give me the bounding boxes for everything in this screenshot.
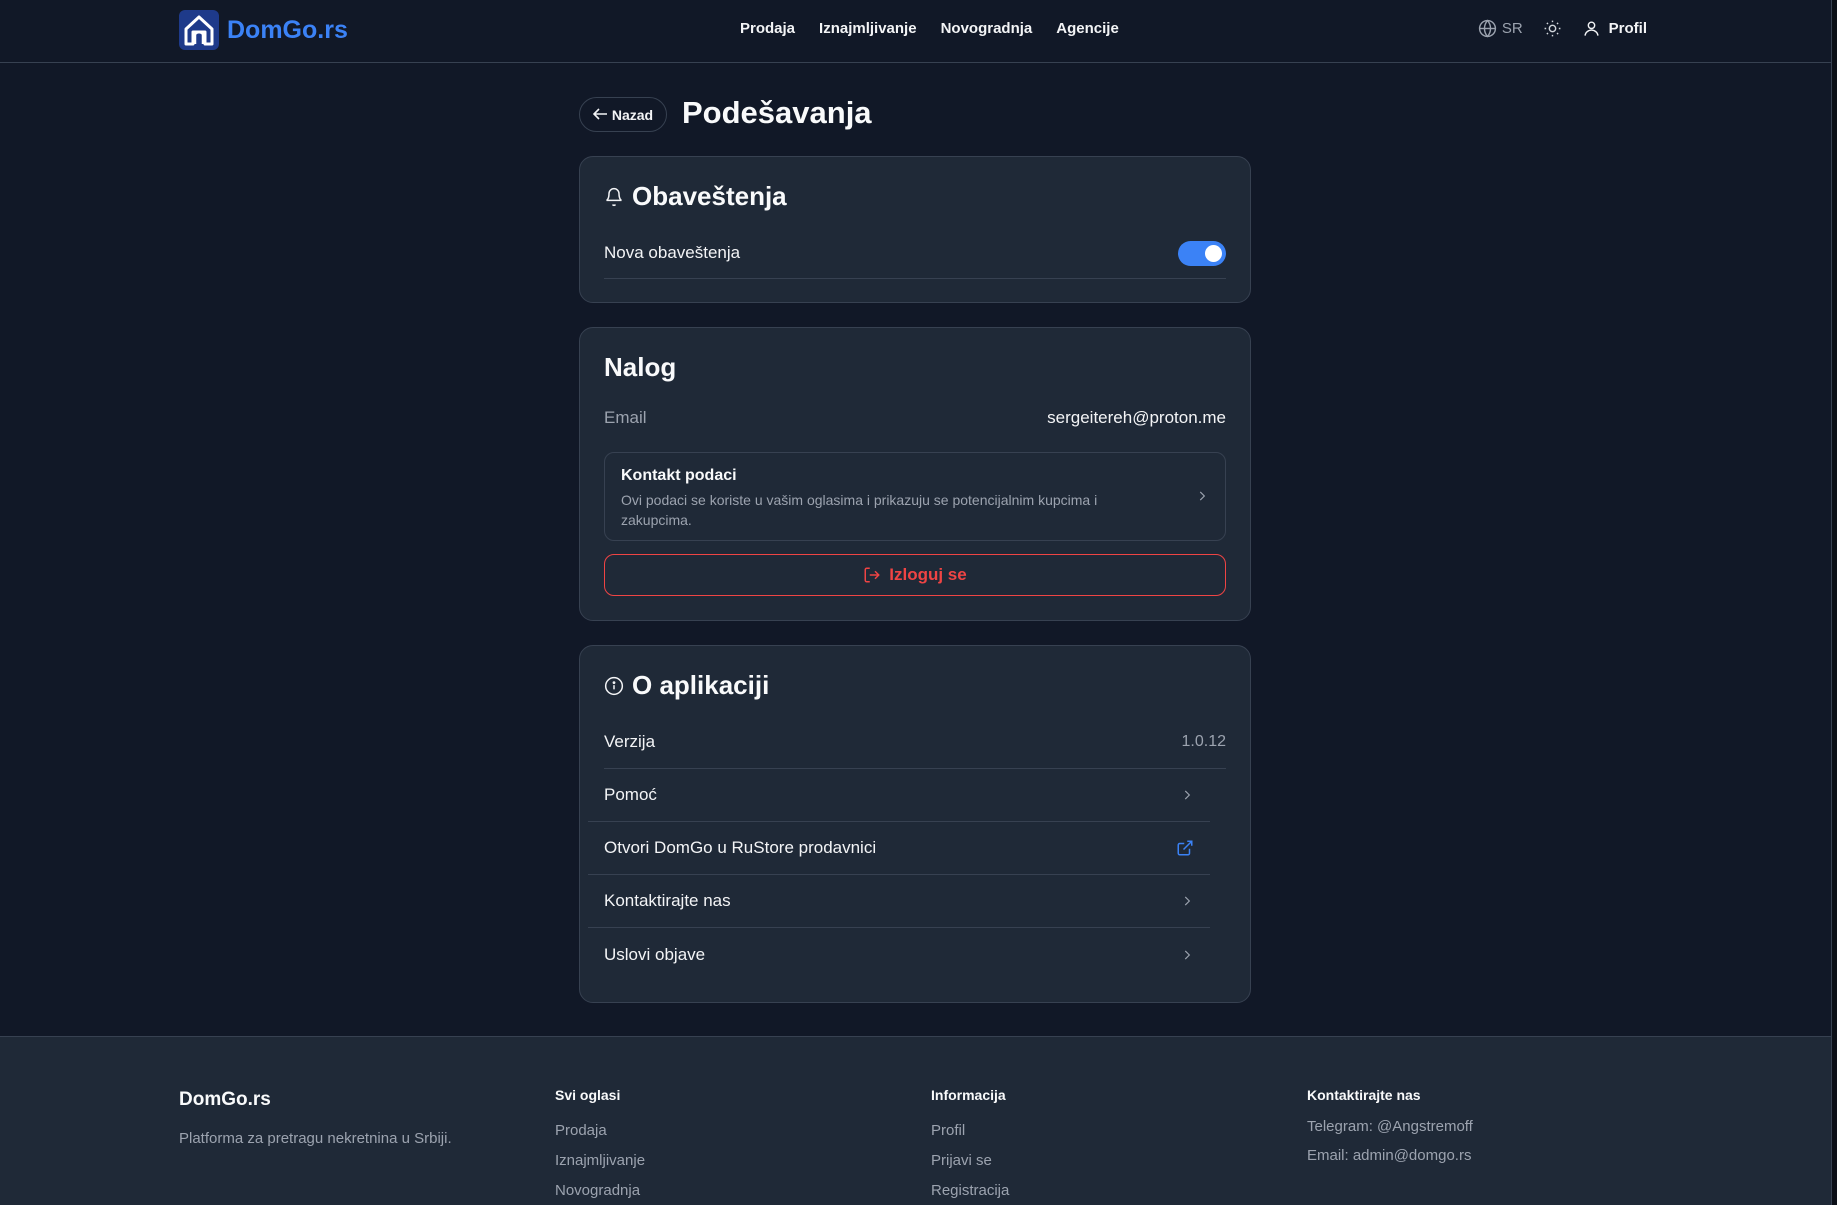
sun-icon [1544, 20, 1561, 37]
language-code: SR [1501, 20, 1523, 37]
profile-label: Profil [1608, 20, 1647, 37]
footer: DomGo.rs Platforma za pretragu nekretnin… [0, 1036, 1831, 1205]
terms-label: Uslovi objave [604, 944, 706, 964]
footer-brand: DomGo.rs [179, 1089, 271, 1110]
help-row[interactable]: Pomoć [588, 769, 1210, 822]
chevron-right-icon [1180, 894, 1194, 908]
footer-col-title: Svi oglasi [555, 1087, 621, 1103]
footer-link-novogradnja[interactable]: Novogradnja [555, 1182, 645, 1199]
notifications-title: Obaveštenja [604, 181, 787, 212]
house-logo-icon [179, 10, 219, 50]
about-title-text: O aplikaciji [632, 670, 770, 700]
contact-details-title: Kontakt podaci [621, 467, 737, 484]
divider [604, 278, 1226, 279]
footer-col-info: Informacija Profil Prijavi se Registraci… [931, 1087, 1009, 1205]
info-icon [604, 676, 624, 695]
footer-link-prijavi-se[interactable]: Prijavi se [931, 1152, 1009, 1169]
version-label: Verzija [604, 732, 656, 751]
bell-icon [606, 187, 622, 206]
arrow-left-icon [592, 107, 608, 123]
main-nav: Prodaja Iznajmljivanje Novogradnja Agenc… [740, 20, 1119, 37]
logout-button[interactable]: Izloguj se [604, 554, 1226, 596]
page-title: Podešavanja [682, 95, 872, 130]
about-card: O aplikaciji Verzija 1.0.12 Pomoć Otvori… [579, 645, 1251, 1003]
back-label: Nazad [611, 106, 654, 123]
about-title: O aplikaciji [604, 670, 769, 701]
logout-label: Izloguj se [889, 565, 967, 584]
email-label: Email [604, 408, 647, 427]
window-edge [1831, 0, 1837, 1205]
chevron-right-icon [1195, 489, 1209, 508]
language-switcher[interactable]: SR [1478, 19, 1523, 38]
help-label: Pomoć [604, 785, 657, 804]
globe-icon [1478, 19, 1496, 38]
footer-link-profil[interactable]: Profil [931, 1122, 1009, 1139]
theme-toggle-button[interactable] [1543, 19, 1562, 38]
logo-text: DomGo.rs [227, 15, 348, 44]
nav-prodaja[interactable]: Prodaja [740, 20, 795, 37]
chevron-right-icon [1180, 948, 1194, 962]
user-icon [1584, 21, 1599, 36]
footer-col-contact: Kontaktirajte nas Telegram: @Angstremoff… [1307, 1087, 1473, 1176]
footer-col-title: Kontaktirajte nas [1307, 1087, 1421, 1103]
account-card: Nalog Email sergeitereh@proton.me Kontak… [579, 327, 1251, 621]
rustore-label: Otvori DomGo u RuStore prodavnici [604, 838, 877, 857]
external-link-icon [1176, 839, 1194, 857]
nav-novogradnja[interactable]: Novogradnja [941, 20, 1033, 37]
new-notifications-label: Nova obaveštenja [604, 243, 741, 262]
contact-details-description: Ovi podaci se koriste u vašim oglasima i… [621, 492, 1098, 528]
footer-link-prodaja[interactable]: Prodaja [555, 1122, 645, 1139]
footer-col-title: Informacija [931, 1087, 1006, 1103]
chevron-right-icon [1180, 788, 1194, 802]
contact-details-item[interactable]: Kontakt podaci Ovi podaci se koriste u v… [604, 452, 1226, 541]
version-value: 1.0.12 [1181, 733, 1226, 750]
rustore-row[interactable]: Otvori DomGo u RuStore prodavnici [588, 822, 1210, 875]
account-title: Nalog [604, 352, 677, 382]
contact-us-label: Kontaktirajte nas [604, 891, 731, 910]
contact-us-row[interactable]: Kontaktirajte nas [588, 875, 1210, 928]
notifications-title-text: Obaveštenja [632, 181, 787, 211]
version-row: Verzija 1.0.12 [604, 716, 1226, 769]
new-notifications-toggle[interactable] [1178, 241, 1226, 266]
nav-iznajmljivanje[interactable]: Iznajmljivanje [819, 20, 917, 37]
back-button[interactable]: Nazad [579, 97, 667, 132]
footer-telegram[interactable]: Telegram: @Angstremoff [1307, 1118, 1473, 1135]
email-value: sergeitereh@proton.me [1047, 408, 1226, 427]
footer-link-registracija[interactable]: Registracija [931, 1182, 1009, 1199]
top-header: DomGo.rs Prodaja Iznajmljivanje Novograd… [0, 0, 1831, 63]
footer-email[interactable]: Email: admin@domgo.rs [1307, 1147, 1473, 1164]
footer-link-iznajmljivanje[interactable]: Iznajmljivanje [555, 1152, 645, 1169]
footer-tagline: Platforma za pretragu nekretnina u Srbij… [179, 1130, 452, 1147]
logo[interactable]: DomGo.rs [179, 10, 348, 50]
profile-button[interactable]: Profil [1582, 19, 1647, 38]
toggle-knob [1205, 245, 1222, 262]
notifications-card: Obaveštenja Nova obaveštenja [579, 156, 1251, 303]
logout-icon [864, 567, 881, 583]
header-actions: SR Profil [1478, 19, 1647, 38]
terms-row[interactable]: Uslovi objave [588, 928, 1210, 981]
footer-col-all-listings: Svi oglasi Prodaja Iznajmljivanje Novogr… [555, 1087, 645, 1205]
nav-agencije[interactable]: Agencije [1056, 20, 1119, 37]
